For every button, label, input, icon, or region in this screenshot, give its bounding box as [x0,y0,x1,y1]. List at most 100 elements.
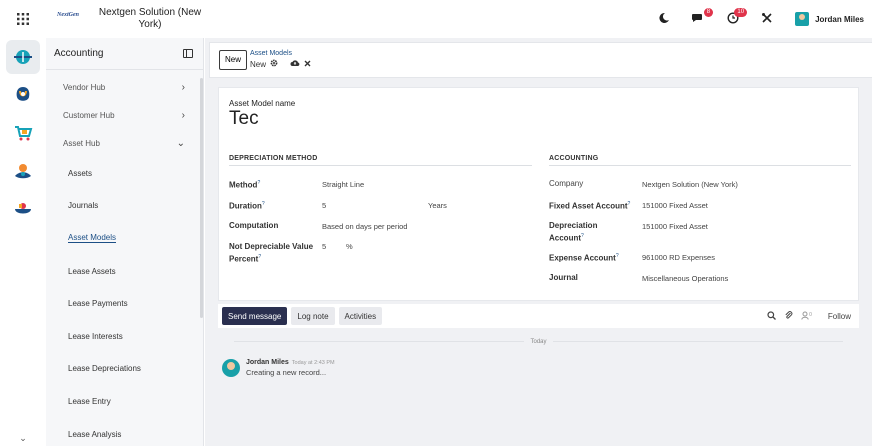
sidebar-subitem-lease-entry[interactable]: Lease Entry [46,385,203,418]
company-logo: NextGen [57,12,79,18]
section-divider [549,165,851,166]
today-label: Today [530,339,547,345]
asset-model-name-caption: Asset Model name [229,99,296,108]
duration-unit-select[interactable]: Years [428,201,447,211]
sidebar-header: Accounting [46,38,203,70]
chatter-topbar: Send message Log note Activities 0 Follo… [218,304,859,328]
search-icon[interactable] [767,310,777,322]
breadcrumb: Asset Models New [250,49,311,69]
breadcrumb-parent-link[interactable]: Asset Models [250,49,311,58]
computation-select[interactable]: Based on days per period [322,222,407,232]
chevron-down-icon: ⌄ [176,137,185,149]
percent-unit: % [346,242,353,251]
sidebar-item-label: Customer Hub [63,110,115,120]
discard-close-icon[interactable] [304,60,311,69]
sidebar-subitem-label: Lease Entry [68,396,111,406]
sales-cart-icon[interactable] [6,116,40,150]
new-button[interactable]: New [219,50,248,70]
company-name[interactable]: Nextgen Solution (New York) [90,7,210,31]
sidebar-scrollbar[interactable] [200,78,203,318]
breadcrumb-current: New [250,59,267,69]
journal-select[interactable]: Miscellaneous Operations [642,274,728,284]
sidebar-item-label: Vendor Hub [63,82,106,92]
main-content: New Asset Models New Asset Model name Te… [205,38,872,446]
crm-app-icon[interactable] [6,78,40,112]
duration-input[interactable]: 5 [322,201,326,211]
fixed-asset-account-label: Fixed Asset Account? [549,201,631,211]
follow-button[interactable]: Follow [828,312,851,321]
sidebar-title: Accounting [54,48,104,59]
contacts-app-icon[interactable] [6,154,40,188]
company-select[interactable]: Nextgen Solution (New York) [642,180,738,190]
sidebar-subitem-asset-models[interactable]: Asset Models [46,222,203,255]
sidebar-subitem-label: Lease Depreciations [68,364,141,374]
depreciation-method-section-title: DEPRECIATION METHOD [229,155,318,162]
user-name: Jordan Miles [815,14,864,24]
sidebar-subitem-lease-assets[interactable]: Lease Assets [46,255,203,288]
sidebar-subitem-label: Asset Models [68,233,117,244]
duration-label: Duration? [229,201,265,211]
today-separator: Today [218,339,859,345]
sidebar-item-customer-hub[interactable]: Customer Hub › [46,101,203,129]
depreciation-account-label: Depreciation Account? [549,221,598,243]
method-label: Method? [229,180,261,190]
sidebar-subitem-lease-payments[interactable]: Lease Payments [46,287,203,320]
rail-expand-chevron-icon[interactable]: ⌄ [0,433,46,444]
message-author-avatar[interactable] [222,359,240,377]
message-body: Creating a new record... [246,368,327,377]
sidebar-subitem-label: Lease Interests [68,331,123,341]
sidebar-toggle-icon[interactable] [183,49,193,58]
app-rail: ⌄ [0,38,46,446]
sidebar-item-label: Asset Hub [63,138,100,148]
activities-badge: 10 [734,7,748,17]
not-depreciable-label: Not Depreciable Value Percent? [229,242,314,264]
journal-label: Journal [549,273,578,282]
save-cloud-icon[interactable] [290,59,300,69]
sidebar-item-asset-hub[interactable]: Asset Hub ⌄ [46,129,203,157]
followers-icon[interactable]: 0 [801,311,812,322]
depreciation-account-select[interactable]: 151000 Fixed Asset [642,222,708,232]
followers-count: 0 [809,311,812,318]
message-author[interactable]: Jordan Miles Today at 2:43 PM [246,359,335,366]
log-note-button[interactable]: Log note [291,307,335,325]
sidebar: Accounting Vendor Hub › Customer Hub › A… [46,38,204,446]
section-divider [229,165,532,166]
company-label: Company [549,179,584,188]
activities-clock-icon[interactable]: 10 [727,7,748,27]
discuss-chat-icon[interactable]: 8 [692,7,714,27]
sidebar-subitem-label: Assets [68,168,93,178]
paperclip-icon[interactable] [784,310,793,322]
sidebar-subitem-lease-analysis[interactable]: Lease Analysis [46,418,203,446]
discuss-badge: 8 [703,7,714,17]
user-menu[interactable]: Jordan Miles [795,12,864,26]
chatter-message: Jordan Miles Today at 2:43 PM Creating a … [222,359,335,377]
sidebar-subitem-lease-interests[interactable]: Lease Interests [46,320,203,353]
inventory-app-icon[interactable] [6,192,40,226]
asset-model-name-input[interactable]: Tec [229,108,259,130]
gear-icon[interactable] [270,59,278,69]
sidebar-subitem-label: Lease Analysis [68,429,122,439]
accounting-app-icon[interactable] [6,40,40,74]
form-sheet: Asset Model name Tec DEPRECIATION METHOD… [218,87,859,301]
method-select[interactable]: Straight Line [322,180,364,190]
not-depreciable-input[interactable]: 5 [322,242,326,252]
sidebar-subitem-lease-depreciations[interactable]: Lease Depreciations [46,353,203,386]
tools-icon[interactable] [761,12,773,27]
sidebar-item-vendor-hub[interactable]: Vendor Hub › [46,73,203,101]
top-bar: NextGen Nextgen Solution (New York) 8 10… [0,0,872,38]
sidebar-subitem-label: Lease Payments [68,299,128,309]
sidebar-subitem-assets[interactable]: Assets [46,157,203,190]
user-avatar [795,12,810,26]
accounting-section-title: ACCOUNTING [549,155,599,162]
apps-grid-icon[interactable] [0,13,46,25]
sidebar-subitem-label: Lease Assets [68,266,116,276]
chevron-right-icon: › [181,81,185,93]
dark-mode-moon-icon[interactable] [658,12,670,27]
activities-button[interactable]: Activities [338,307,383,325]
sidebar-subitem-label: Journals [68,201,99,211]
fixed-asset-account-select[interactable]: 151000 Fixed Asset [642,201,708,211]
send-message-button[interactable]: Send message [222,307,288,325]
control-panel: New Asset Models New [209,42,872,78]
sidebar-subitem-journals[interactable]: Journals [46,190,203,223]
expense-account-select[interactable]: 961000 RD Expenses [642,253,715,263]
